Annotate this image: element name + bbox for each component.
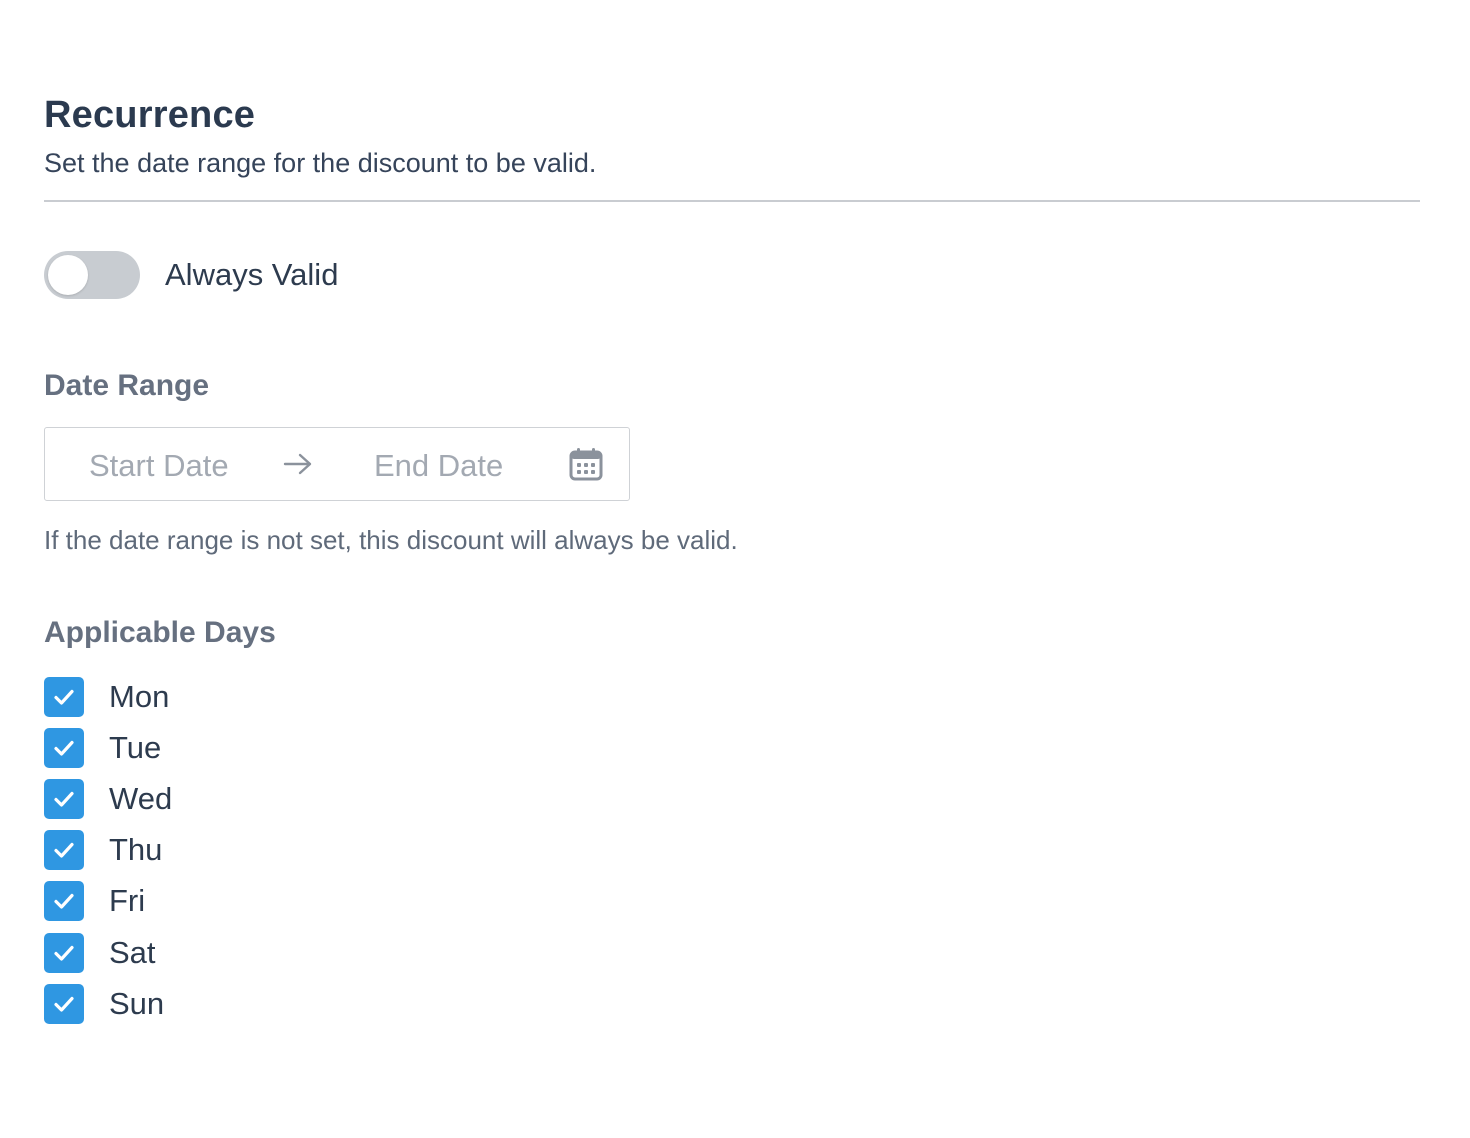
day-checkbox-sat[interactable]: Sat (44, 927, 1420, 978)
day-checkbox-mon[interactable]: Mon (44, 671, 1420, 722)
date-range-picker[interactable] (44, 427, 630, 501)
day-label: Sat (109, 934, 156, 970)
checkbox-checked-icon[interactable] (44, 932, 84, 973)
section-title: Recurrence (44, 94, 256, 136)
applicable-days-list: Mon Tue Wed Thu Fri Sat Sun (44, 671, 1420, 1029)
day-checkbox-fri[interactable]: Fri (44, 876, 1420, 927)
always-valid-toggle[interactable] (44, 251, 140, 299)
recurrence-panel: Recurrence Set the date range for the di… (44, 92, 1420, 1029)
day-label: Sun (109, 985, 165, 1021)
applicable-days-label: Applicable Days (44, 616, 276, 649)
always-valid-row: Always Valid (44, 250, 1420, 300)
day-checkbox-thu[interactable]: Thu (44, 825, 1420, 876)
day-checkbox-sun[interactable]: Sun (44, 978, 1420, 1029)
checkbox-checked-icon[interactable] (44, 676, 84, 717)
always-valid-label: Always Valid (165, 257, 339, 292)
checkbox-checked-icon[interactable] (44, 830, 84, 871)
divider (44, 200, 1420, 202)
day-checkbox-tue[interactable]: Tue (44, 722, 1420, 773)
day-label: Tue (109, 729, 162, 765)
checkbox-checked-icon[interactable] (44, 727, 84, 768)
day-label: Thu (109, 832, 163, 868)
checkbox-checked-icon[interactable] (44, 983, 84, 1024)
end-date-input[interactable] (374, 448, 534, 484)
arrow-right-icon (283, 452, 313, 476)
day-label: Fri (109, 883, 146, 919)
calendar-icon[interactable] (568, 446, 604, 482)
date-range-helper: If the date range is not set, this disco… (44, 525, 738, 555)
day-label: Mon (109, 678, 170, 714)
day-checkbox-wed[interactable]: Wed (44, 773, 1420, 824)
date-range-label: Date Range (44, 369, 210, 402)
checkbox-checked-icon[interactable] (44, 778, 84, 819)
start-date-input[interactable] (89, 448, 249, 484)
checkbox-checked-icon[interactable] (44, 881, 84, 922)
section-description: Set the date range for the discount to b… (44, 148, 597, 178)
day-label: Wed (109, 780, 173, 816)
toggle-knob (48, 255, 88, 295)
